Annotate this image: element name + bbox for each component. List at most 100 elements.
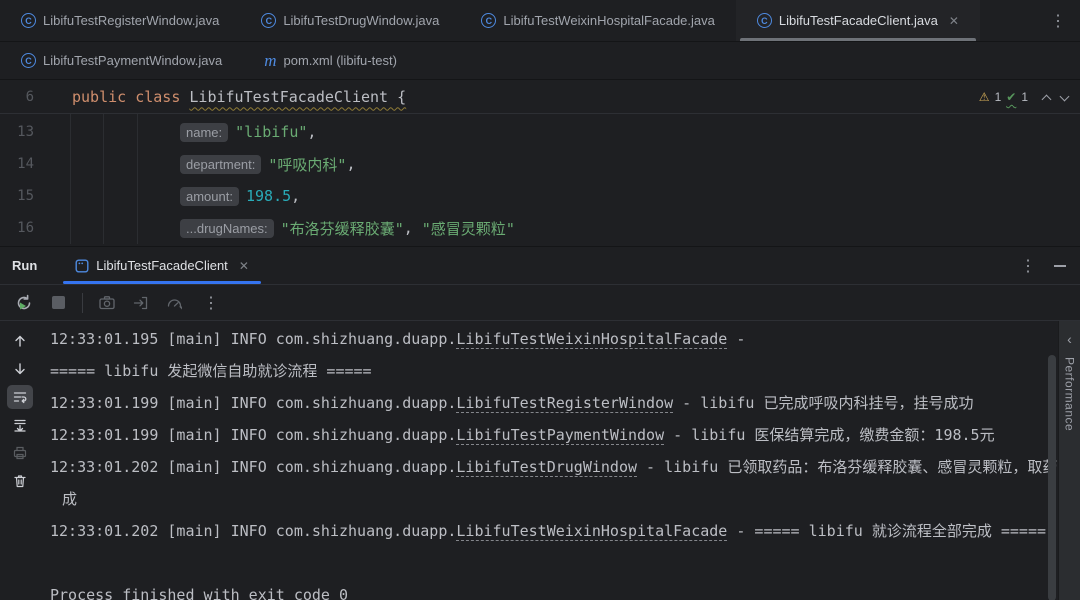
run-panel-title: Run — [0, 258, 49, 273]
code-line: public class LibifuTestFacadeClient { — [72, 88, 406, 106]
toolbar-kebab-icon[interactable]: ⋮ — [199, 293, 223, 313]
console-area: 12:33:01.195 [main] INFO com.shizhuang.d… — [0, 320, 1080, 600]
typo-count: 1 — [1021, 90, 1028, 104]
inspections-widget[interactable]: ⚠ 1 ✔ 1 — [979, 80, 1068, 114]
scroll-to-end-button[interactable] — [7, 413, 33, 437]
console-icon — [75, 259, 89, 273]
toolbar-separator — [82, 293, 83, 313]
class-link[interactable]: LibifuTestRegisterWindow — [456, 394, 673, 412]
log-line: ===== libifu 发起微信自助就诊流程 ===== — [50, 355, 1058, 387]
next-issue-chevron-icon[interactable] — [1060, 91, 1070, 101]
param-hint: ...drugNames: — [180, 219, 274, 238]
punctuation: , — [346, 155, 355, 173]
profiler-button[interactable] — [163, 291, 187, 315]
up-stack-trace-button[interactable] — [7, 329, 33, 353]
printer-icon — [12, 445, 28, 461]
tab-drug-window[interactable]: C LibifuTestDrugWindow.java — [240, 0, 460, 41]
tab-weixin-hospital-facade[interactable]: C LibifuTestWeixinHospitalFacade.java — [460, 0, 735, 41]
tab-label: LibifuTestPaymentWindow.java — [43, 53, 222, 68]
right-tool-window-stripe: ‹ Performance — [1058, 321, 1080, 600]
stop-icon — [52, 296, 65, 309]
class-name-text: LibifuTestFacadeClient { — [189, 88, 406, 106]
run-tab-facade-client[interactable]: LibifuTestFacadeClient ✕ — [63, 247, 261, 284]
log-text: 12:33:01.199 [main] INFO com.shizhuang.d… — [50, 394, 456, 412]
log-text: - libifu 医保结算完成，缴费金额：198.5元 — [664, 426, 994, 444]
log-line: 12:33:01.199 [main] INFO com.shizhuang.d… — [50, 387, 1058, 419]
editor-lines: 13 name:"libifu", 14 department:"呼吸内科", … — [0, 114, 1080, 244]
soft-wrap-button[interactable] — [7, 385, 33, 409]
run-tab-label: LibifuTestFacadeClient — [96, 258, 228, 273]
class-link[interactable]: LibifuTestWeixinHospitalFacade — [456, 330, 727, 348]
line-number: 15 — [0, 188, 34, 204]
class-link[interactable]: LibifuTestDrugWindow — [456, 458, 637, 476]
log-text: 12:33:01.202 [main] INFO com.shizhuang.d… — [50, 522, 456, 540]
scroll-to-end-icon — [12, 417, 28, 433]
tab-options-kebab-icon[interactable]: ⋮ — [1036, 11, 1080, 31]
number-literal: 198.5 — [246, 187, 291, 205]
log-text: - — [727, 330, 745, 348]
log-text: ===== libifu 发起微信自助就诊流程 ===== — [50, 362, 372, 380]
log-text: - libifu 已领取药品：布洛芬缓释胶囊、感冒灵颗粒，取药完 — [637, 458, 1058, 476]
gauge-icon — [165, 294, 185, 312]
ide-window: C LibifuTestRegisterWindow.java C Libifu… — [0, 0, 1080, 600]
console-output[interactable]: 12:33:01.195 [main] INFO com.shizhuang.d… — [40, 321, 1058, 600]
run-tool-window-header: Run LibifuTestFacadeClient ✕ ⋮ — [0, 246, 1080, 284]
param-hint: department: — [180, 155, 261, 174]
rerun-icon — [14, 293, 34, 313]
java-class-icon: C — [21, 13, 36, 28]
arrow-up-icon — [12, 333, 28, 349]
trash-icon — [12, 473, 28, 489]
close-icon[interactable]: ✕ — [949, 14, 959, 28]
console-scrollbar[interactable] — [1048, 355, 1056, 600]
java-class-icon: C — [21, 53, 36, 68]
collapse-chevron-icon[interactable]: ‹ — [1067, 331, 1072, 347]
code-line-16: 16 ...drugNames:"布洛芬缓释胶囊", "感冒灵颗粒" — [0, 212, 1080, 244]
code-editor[interactable]: 6 public class LibifuTestFacadeClient { … — [0, 80, 1080, 246]
string-literal: "布洛芬缓释胶囊" — [281, 218, 404, 239]
tab-register-window[interactable]: C LibifuTestRegisterWindow.java — [0, 0, 240, 41]
log-text: - ===== libifu 就诊流程全部完成 ===== — [727, 522, 1046, 540]
rerun-button[interactable] — [12, 291, 36, 315]
clear-console-button[interactable] — [7, 469, 33, 493]
log-text: 12:33:01.199 [main] INFO com.shizhuang.d… — [50, 426, 456, 444]
options-kebab-icon[interactable]: ⋮ — [1020, 256, 1036, 276]
sticky-class-line: 6 public class LibifuTestFacadeClient { … — [0, 80, 1080, 114]
log-line-wrapped: 成 — [50, 483, 1058, 515]
editor-tab-bar-row1: C LibifuTestRegisterWindow.java C Libifu… — [0, 0, 1080, 42]
class-link[interactable]: LibifuTestWeixinHospitalFacade — [456, 522, 727, 540]
console-side-toolbar — [0, 321, 40, 600]
punctuation: , — [307, 123, 316, 141]
performance-stripe-button[interactable]: Performance — [1063, 357, 1077, 431]
java-class-icon: C — [481, 13, 496, 28]
stop-button[interactable] — [46, 291, 70, 315]
run-toolbar: ⋮ — [0, 284, 1080, 320]
typo-check-icon: ✔ — [1006, 90, 1016, 104]
string-literal: "呼吸内科" — [268, 154, 346, 175]
close-icon[interactable]: ✕ — [239, 259, 249, 273]
code-line-15: 15 amount:198.5, — [0, 180, 1080, 212]
tab-label: LibifuTestRegisterWindow.java — [43, 13, 219, 28]
punctuation: , — [291, 187, 300, 205]
tab-facade-client-active[interactable]: C LibifuTestFacadeClient.java ✕ — [736, 0, 980, 41]
screenshot-button[interactable] — [95, 291, 119, 315]
editor-tab-bar-row2: C LibifuTestPaymentWindow.java m pom.xml… — [0, 42, 1080, 80]
warning-count: 1 — [995, 90, 1002, 104]
tab-pom-xml[interactable]: m pom.xml (libifu-test) — [243, 42, 418, 79]
prev-issue-chevron-icon[interactable] — [1042, 94, 1052, 104]
line-number: 16 — [0, 220, 34, 236]
class-link[interactable]: LibifuTestPaymentWindow — [456, 426, 664, 444]
tab-payment-window[interactable]: C LibifuTestPaymentWindow.java — [0, 42, 243, 79]
tab-label: LibifuTestWeixinHospitalFacade.java — [503, 13, 714, 28]
maven-icon: m — [264, 52, 276, 69]
open-in-button[interactable] — [129, 291, 153, 315]
line-number: 6 — [0, 89, 34, 105]
hide-tool-window-icon[interactable] — [1054, 265, 1066, 267]
line-number: 13 — [0, 124, 34, 140]
param-hint: name: — [180, 123, 228, 142]
code-line-13: 13 name:"libifu", — [0, 116, 1080, 148]
print-button[interactable] — [7, 441, 33, 465]
down-stack-trace-button[interactable] — [7, 357, 33, 381]
log-line: 12:33:01.199 [main] INFO com.shizhuang.d… — [50, 419, 1058, 451]
log-text: - libifu 已完成呼吸内科挂号，挂号成功 — [673, 394, 973, 412]
soft-wrap-icon — [12, 389, 28, 405]
